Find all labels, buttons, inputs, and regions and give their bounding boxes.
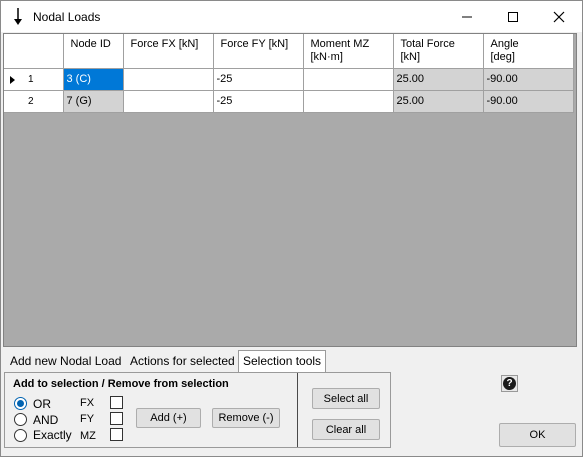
cell-total-force: 25.00	[393, 90, 484, 113]
radio-or-label[interactable]: OR	[33, 397, 51, 411]
cell-angle: -90.00	[483, 68, 574, 91]
cell-moment-mz[interactable]	[303, 68, 394, 91]
question-icon: ?	[503, 377, 516, 390]
table-row[interactable]: 2 7 (G) -25 25.00 -90.00	[4, 90, 574, 113]
ok-button[interactable]: OK	[499, 423, 576, 447]
minimize-icon	[462, 16, 472, 17]
cell-force-fx[interactable]	[123, 68, 214, 91]
row-number: 1	[28, 73, 34, 85]
tab-actions-for-selected[interactable]: Actions for selected	[126, 351, 239, 371]
help-button[interactable]: ?	[501, 375, 518, 392]
row-header[interactable]: 2	[4, 90, 64, 113]
selection-tools-panel: Add to selection / Remove from selection…	[4, 372, 391, 448]
fy-checkbox[interactable]	[110, 412, 123, 425]
cell-force-fy[interactable]: -25	[213, 90, 304, 113]
nodal-loads-grid[interactable]: Node ID Force FX [kN] Force FY [kN] Mome…	[3, 33, 577, 347]
cell-angle: -90.00	[483, 90, 574, 113]
cell-node-id[interactable]: 7 (G)	[63, 90, 124, 113]
add-button[interactable]: Add (+)	[136, 408, 201, 428]
cell-force-fy[interactable]: -25	[213, 68, 304, 91]
col-header-moment-mz[interactable]: Moment MZ [kN·m]	[303, 34, 394, 69]
cell-node-id[interactable]: 3 (C)	[63, 68, 124, 91]
group-title: Add to selection / Remove from selection	[13, 378, 229, 390]
current-row-arrow-icon	[10, 75, 15, 84]
row-number: 2	[28, 95, 34, 107]
header-row: Node ID Force FX [kN] Force FY [kN] Mome…	[4, 34, 574, 69]
col-header-angle[interactable]: Angle [deg]	[483, 34, 574, 69]
table-row[interactable]: 1 3 (C) -25 25.00 -90.00	[4, 68, 574, 91]
cell-total-force: 25.00	[393, 68, 484, 91]
col-header-total-force[interactable]: Total Force [kN]	[393, 34, 484, 69]
radio-or[interactable]	[14, 397, 27, 410]
radio-and[interactable]	[14, 413, 27, 426]
fy-label: FY	[80, 413, 95, 425]
selection-group: Add to selection / Remove from selection…	[5, 373, 298, 447]
window-title: Nodal Loads	[33, 10, 101, 24]
fx-checkbox[interactable]	[110, 396, 123, 409]
radio-exactly[interactable]	[14, 429, 27, 442]
close-button[interactable]	[536, 1, 582, 32]
radio-and-label[interactable]: AND	[33, 413, 58, 427]
close-icon	[553, 11, 565, 22]
select-all-button[interactable]: Select all	[312, 388, 380, 409]
col-header-row-selector	[4, 34, 64, 69]
col-header-force-fy[interactable]: Force FY [kN]	[213, 34, 304, 69]
radio-exactly-label[interactable]: Exactly	[33, 428, 72, 442]
clear-all-button[interactable]: Clear all	[312, 419, 380, 440]
fx-label: FX	[80, 397, 95, 409]
col-header-node-id[interactable]: Node ID	[63, 34, 124, 69]
maximize-button[interactable]	[490, 1, 536, 32]
tab-selection-tools[interactable]: Selection tools	[238, 350, 327, 372]
nodal-loads-window: Nodal Loads Node ID Force FX [kN] Force …	[0, 0, 583, 457]
cell-force-fx[interactable]	[123, 90, 214, 113]
loads-table: Node ID Force FX [kN] Force FY [kN] Mome…	[4, 34, 574, 113]
maximize-icon	[508, 11, 518, 22]
row-header[interactable]: 1	[4, 68, 64, 91]
tab-add-new-nodal-load[interactable]: Add new Nodal Load	[6, 351, 125, 371]
col-header-force-fx[interactable]: Force FX [kN]	[123, 34, 214, 69]
cell-moment-mz[interactable]	[303, 90, 394, 113]
remove-button[interactable]: Remove (-)	[212, 408, 280, 428]
minimize-button[interactable]	[444, 1, 490, 32]
mz-label: MZ	[80, 430, 96, 442]
mz-checkbox[interactable]	[110, 428, 123, 441]
title-bar[interactable]: Nodal Loads	[1, 1, 582, 32]
load-arrow-icon	[14, 8, 22, 25]
